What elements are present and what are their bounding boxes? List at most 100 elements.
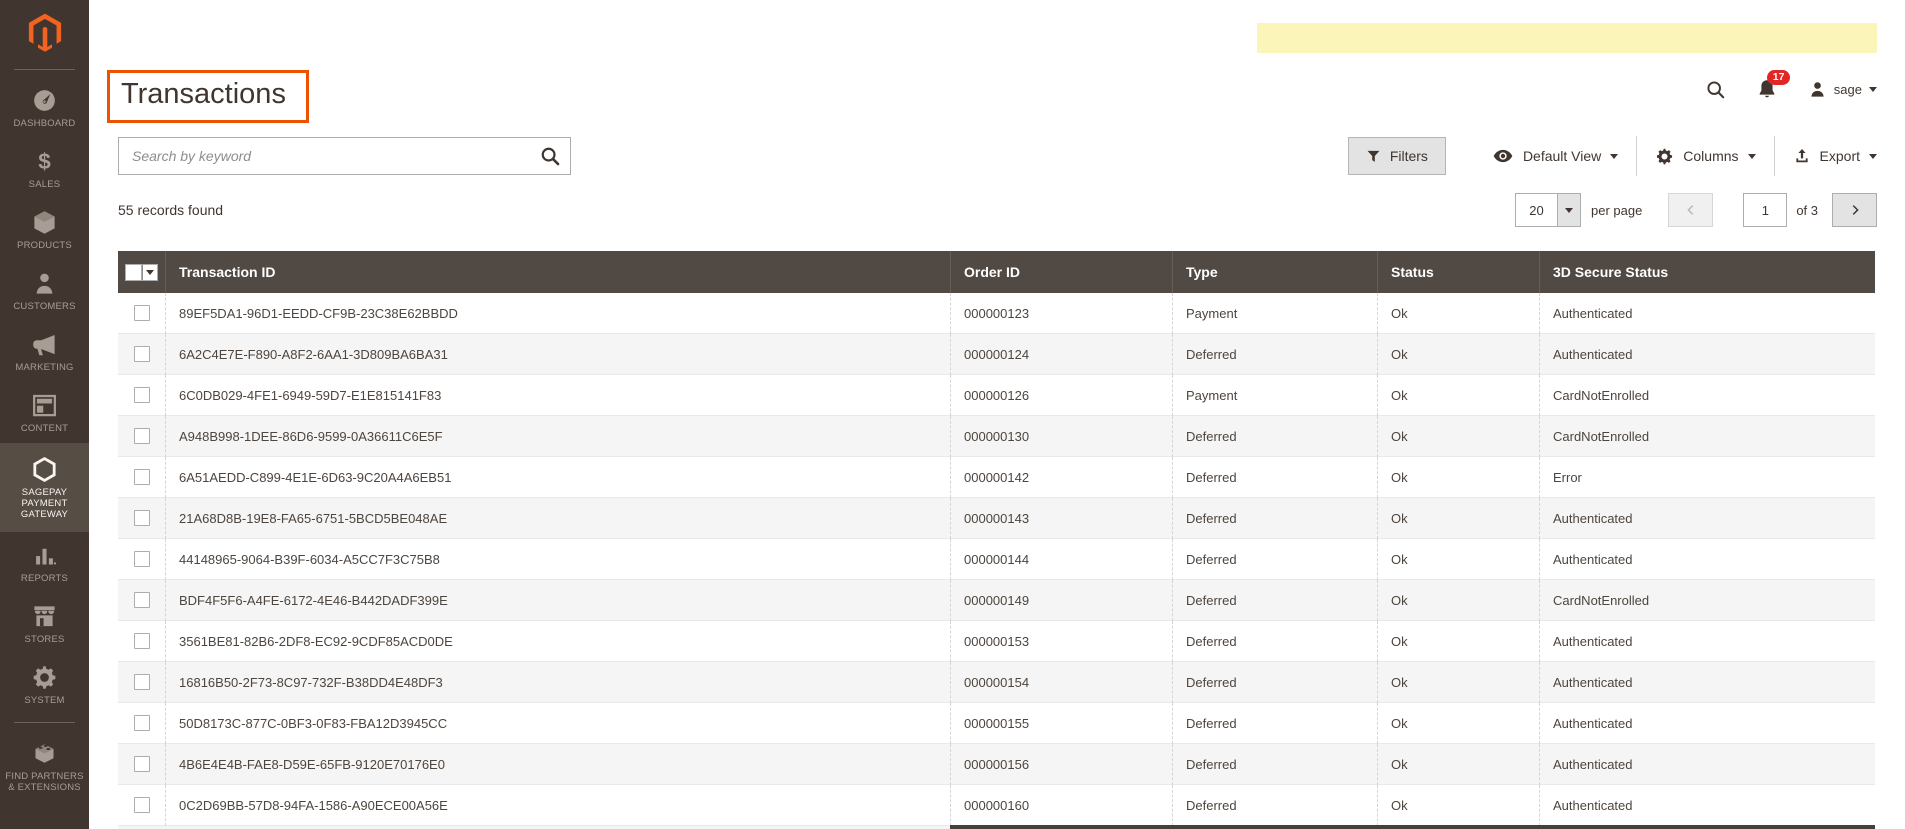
row-checkbox[interactable] — [133, 674, 150, 690]
row-checkbox[interactable] — [133, 715, 150, 731]
cell-status: Ok — [1377, 415, 1539, 457]
sidebar-item-label: CONTENT — [20, 423, 69, 434]
column-header-3d-secure-status[interactable]: 3D Secure Status — [1539, 251, 1875, 293]
row-checkbox[interactable] — [133, 551, 150, 567]
row-checkbox[interactable] — [133, 346, 150, 362]
page-title: Transactions — [121, 78, 286, 110]
column-header-order-id[interactable]: Order ID — [950, 251, 1172, 293]
column-header-type[interactable]: Type — [1172, 251, 1377, 293]
columns-button[interactable]: Columns — [1637, 147, 1773, 166]
next-page-button[interactable] — [1832, 193, 1877, 227]
table-row[interactable]: 6A51AEDD-C899-4E1E-6D63-9C20A4A6EB51 0000… — [118, 456, 1875, 498]
row-checkbox[interactable] — [133, 305, 150, 321]
table-row[interactable]: 6A2C4E7E-F890-A8F2-6AA1-3D809BA6BA31 0000… — [118, 333, 1875, 375]
row-checkbox-cell — [118, 785, 165, 826]
sidebar-item-marketing[interactable]: MARKETING — [0, 321, 89, 382]
global-search-icon[interactable] — [1705, 79, 1726, 100]
sidebar-item-system[interactable]: SYSTEM — [0, 654, 89, 715]
cell-transaction-id: 21A68D8B-19E8-FA65-6751-5BCD5BE048AE — [165, 497, 950, 539]
cell-order-id: 000000126 — [950, 374, 1172, 416]
cell-type: Payment — [1172, 292, 1377, 334]
select-all-header[interactable] — [118, 251, 165, 293]
select-all-dropdown[interactable] — [142, 263, 158, 281]
table-row[interactable]: 0C2D69BB-57D8-94FA-1586-A90ECE00A56E 0000… — [118, 784, 1875, 826]
row-checkbox[interactable] — [133, 428, 150, 444]
sidebar-item-sagepay-payment-gateway[interactable]: SAGEPAY PAYMENT GATEWAY — [0, 443, 89, 532]
row-checkbox-cell — [118, 662, 165, 703]
table-row[interactable]: A948B998-1DEE-86D6-9599-0A36611C6E5F 0000… — [118, 415, 1875, 457]
notice-bar — [1257, 23, 1877, 53]
cell-order-id: 000000144 — [950, 538, 1172, 580]
table-row[interactable]: 3561BE81-82B6-2DF8-EC92-9CDF85ACD0DE 0000… — [118, 620, 1875, 662]
row-checkbox[interactable] — [133, 756, 150, 772]
previous-page-button[interactable] — [1668, 193, 1714, 227]
column-header-status[interactable]: Status — [1377, 251, 1539, 293]
filters-button[interactable]: Filters — [1347, 137, 1446, 175]
sidebar-divider — [14, 722, 75, 723]
per-page-select[interactable]: 20 — [1514, 193, 1581, 227]
row-checkbox[interactable] — [133, 797, 150, 813]
notification-count-badge[interactable]: 17 — [1766, 70, 1791, 85]
cell-order-id: 000000130 — [950, 415, 1172, 457]
cell-3d-secure-status: Authenticated — [1539, 538, 1875, 580]
sidebar-item-content[interactable]: CONTENT — [0, 382, 89, 443]
cell-order-id: 000000149 — [950, 579, 1172, 621]
cell-order-id: 000000155 — [950, 702, 1172, 744]
sidebar-item-dashboard[interactable]: DASHBOARD — [0, 77, 89, 138]
table-row[interactable]: 89EF5DA1-96D1-EEDD-CF9B-23C38E62BBDD 0000… — [118, 292, 1875, 334]
sidebar-item-stores[interactable]: STORES — [0, 593, 89, 654]
user-menu[interactable]: sage — [1808, 80, 1877, 99]
cell-status: Ok — [1377, 661, 1539, 703]
cell-order-id: 000000160 — [950, 784, 1172, 826]
chevron-down-icon — [146, 269, 154, 275]
sidebar-item-find-partners-extensions[interactable]: FIND PARTNERS & EXTENSIONS — [0, 730, 89, 802]
column-header-transaction-id[interactable]: Transaction ID — [165, 251, 950, 293]
cell-3d-secure-status: Authenticated — [1539, 743, 1875, 785]
cell-status: Ok — [1377, 620, 1539, 662]
row-checkbox-cell — [118, 334, 165, 375]
eye-icon — [1493, 149, 1513, 163]
cell-transaction-id: 44148965-9064-B39F-6034-A5CC7F3C75B8 — [165, 538, 950, 580]
cell-3d-secure-status: Error — [1539, 456, 1875, 498]
default-view-button[interactable]: Default View — [1474, 145, 1636, 167]
table-row[interactable]: BDF4F5F6-A4FE-6172-4E46-B442DADF399E 0000… — [118, 579, 1875, 621]
table-row[interactable]: 21A68D8B-19E8-FA65-6751-5BCD5BE048AE 0000… — [118, 497, 1875, 539]
current-page-input[interactable] — [1743, 193, 1788, 227]
table-row[interactable]: 44148965-9064-B39F-6034-A5CC7F3C75B8 0000… — [118, 538, 1875, 580]
table-row[interactable]: 6C0DB029-4FE1-6949-59D7-E1E815141F83 0000… — [118, 374, 1875, 416]
search-input[interactable] — [118, 137, 571, 175]
cell-type: Deferred — [1172, 784, 1377, 826]
row-checkbox[interactable] — [133, 469, 150, 485]
cell-transaction-id: BDF4F5F6-A4FE-6172-4E46-B442DADF399E — [165, 579, 950, 621]
dashboard-icon — [31, 87, 58, 114]
table-row[interactable]: 4B6E4E4B-FAE8-D59E-65FB-9120E70176E0 0000… — [118, 743, 1875, 785]
sidebar-item-label: SALES — [28, 179, 61, 190]
sidebar-item-products[interactable]: PRODUCTS — [0, 199, 89, 260]
chevron-left-icon — [1687, 205, 1694, 215]
grid-toolbar: Filters Default View Columns Export — [89, 123, 1905, 176]
cell-transaction-id: 0C2D69BB-57D8-94FA-1586-A90ECE00A56E — [165, 784, 950, 826]
notifications-bell-icon[interactable]: 17 — [1756, 70, 1791, 100]
export-button[interactable]: Export — [1775, 147, 1877, 165]
cell-3d-secure-status: Authenticated — [1539, 661, 1875, 703]
select-all-checkbox[interactable] — [125, 263, 142, 281]
export-icon — [1795, 148, 1808, 163]
row-checkbox[interactable] — [133, 633, 150, 649]
row-checkbox[interactable] — [133, 510, 150, 526]
row-checkbox-cell — [118, 375, 165, 416]
sidebar: DASHBOARD $ SALES PRODUCTS CUSTOMERS MARKETIN… — [0, 0, 89, 829]
cell-type: Deferred — [1172, 415, 1377, 457]
sidebar-item-sales[interactable]: $ SALES — [0, 138, 89, 199]
search-submit-icon[interactable] — [539, 145, 561, 172]
cell-transaction-id: 6A2C4E7E-F890-A8F2-6AA1-3D809BA6BA31 — [165, 333, 950, 375]
row-checkbox[interactable] — [133, 592, 150, 608]
table-row[interactable]: 50D8173C-877C-0BF3-0F83-FBA12D3945CC 0000… — [118, 702, 1875, 744]
gear-icon — [1657, 148, 1673, 164]
table-row[interactable]: 16816B50-2F73-8C97-732F-B38DD4E48DF3 0000… — [118, 661, 1875, 703]
row-checkbox[interactable] — [133, 387, 150, 403]
magento-logo-icon[interactable] — [0, 0, 89, 62]
cell-status: Ok — [1377, 784, 1539, 826]
sidebar-item-reports[interactable]: REPORTS — [0, 532, 89, 593]
sidebar-item-customers[interactable]: CUSTOMERS — [0, 260, 89, 321]
sidebar-item-label: CUSTOMERS — [13, 301, 76, 312]
